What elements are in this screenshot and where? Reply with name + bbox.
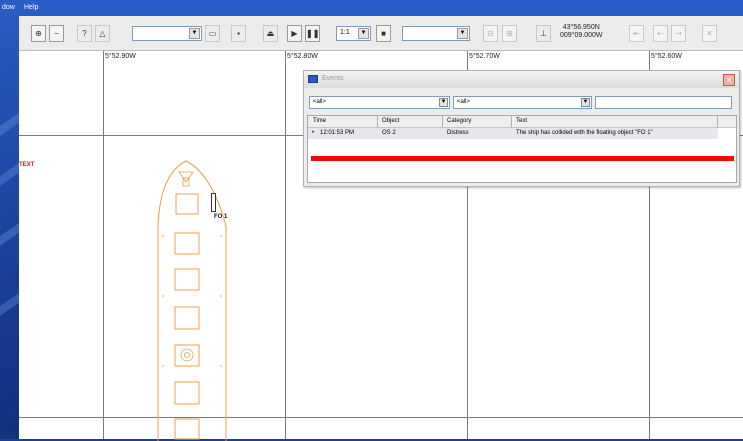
nav-first-button[interactable]: ⇤	[629, 25, 644, 42]
dialog-title-bar[interactable]: Events ×	[304, 71, 739, 88]
chevron-down-icon: ▼	[189, 28, 200, 39]
latitude-readout: 43°56.950N	[562, 24, 600, 31]
grid-line	[285, 51, 286, 439]
eject-icon: ⏏	[266, 29, 275, 38]
crosshair-icon: ⊥	[540, 29, 547, 38]
help-cursor-button[interactable]: ?	[77, 25, 92, 42]
longitude-label: 5°52.60W	[651, 53, 682, 60]
play-button[interactable]: ▶	[287, 25, 302, 42]
align-icon: ⊞	[506, 29, 513, 38]
layout-button[interactable]: ⊟	[483, 25, 498, 42]
event-text: The ship has collided with the floating …	[516, 130, 653, 136]
dialog-title: Events	[322, 75, 344, 82]
longitude-readout: 009°09.000W	[560, 32, 603, 39]
chevron-down-icon: ▼	[457, 28, 468, 39]
row-bullet-icon: •	[312, 130, 315, 136]
column-category[interactable]: Category	[447, 118, 471, 124]
layout-icon: ⊟	[487, 29, 494, 38]
longitude-label: 5°52.90W	[105, 53, 136, 60]
column-time[interactable]: Time	[313, 118, 326, 124]
zoom-out-button[interactable]: −	[49, 25, 64, 42]
table-row[interactable]: • 12:01:53 PM OS 2 Distress The ship has…	[308, 128, 718, 139]
category-filter-value: <all>	[457, 99, 471, 105]
arrow-right-icon: ⇢	[675, 29, 682, 38]
event-time: 12:01:53 PM	[320, 130, 355, 136]
nav-prev-button[interactable]: ⇠	[653, 25, 668, 42]
speed-value: 1:1	[340, 29, 350, 36]
triangle-icon: △	[99, 29, 106, 38]
stop-button[interactable]: ■	[376, 25, 391, 42]
column-object[interactable]: Object	[382, 118, 399, 124]
menu-help[interactable]: Help	[24, 4, 38, 11]
events-icon	[308, 75, 318, 83]
text-filter-input[interactable]	[595, 96, 732, 109]
help-icon: ?	[82, 29, 87, 38]
coordinate-readout: 43°56.950N 009°09.000W	[560, 24, 603, 40]
grid-line	[19, 417, 743, 418]
grid-line	[103, 51, 104, 439]
window-button[interactable]: ▭	[205, 25, 220, 42]
minus-icon: −	[54, 29, 59, 38]
skip-back-icon: ⇤	[633, 29, 640, 38]
measure-button[interactable]: △	[95, 25, 110, 42]
event-category: Distress	[447, 130, 469, 136]
menu-window[interactable]: dow	[2, 4, 15, 11]
window-icon: ▭	[208, 29, 217, 38]
chart-text-label: TEXT	[19, 162, 35, 168]
category-filter-select[interactable]: <all> ▼	[453, 96, 592, 109]
stop-icon: ■	[381, 29, 386, 38]
pause-icon: ❚❚	[306, 29, 320, 38]
events-dialog: Events × <all> ▼ <all> ▼ Time Object Cat…	[303, 70, 740, 187]
chevron-down-icon: ▼	[358, 28, 369, 39]
close-icon: ×	[726, 75, 732, 85]
eject-button[interactable]: ⏏	[263, 25, 278, 42]
position-button[interactable]: ⊥	[536, 25, 551, 42]
print-button[interactable]: ▪	[231, 25, 246, 42]
printer-icon: ▪	[237, 29, 240, 38]
align-button[interactable]: ⊞	[502, 25, 517, 42]
floating-object-label: FO 1	[214, 214, 228, 220]
toolbar: ⊕ − ? △ ▼ ▭ ▪ ⏏ ▶ ❚❚ 1:1 ▼ ■ ▼ ⊟ ⊞ ⊥ 43°…	[19, 16, 743, 51]
pause-button[interactable]: ❚❚	[305, 25, 320, 42]
object-filter-value: <all>	[313, 99, 327, 105]
event-object: OS 2	[382, 130, 396, 136]
scenario-select[interactable]: ▼	[402, 26, 470, 41]
close-button[interactable]: ×	[723, 74, 735, 86]
longitude-label: 5°52.80W	[287, 53, 318, 60]
arrow-left-icon: ⇠	[657, 29, 664, 38]
view-select[interactable]: ▼	[132, 26, 202, 41]
chevron-down-icon: ▼	[581, 98, 590, 107]
menu-bar: dow Help	[0, 0, 743, 16]
cancel-button[interactable]: ✕	[702, 25, 717, 42]
longitude-label: 5°52.70W	[469, 53, 500, 60]
object-filter-select[interactable]: <all> ▼	[309, 96, 450, 109]
alert-bar	[311, 156, 734, 161]
close-icon: ✕	[706, 29, 713, 38]
column-text[interactable]: Text	[516, 118, 527, 124]
speed-select[interactable]: 1:1 ▼	[336, 26, 371, 41]
table-header: Time Object Category Text	[308, 116, 736, 128]
pan-button[interactable]: ⊕	[31, 25, 46, 42]
pan-icon: ⊕	[35, 29, 42, 38]
nav-next-button[interactable]: ⇢	[671, 25, 686, 42]
floating-object[interactable]	[211, 193, 217, 213]
events-table: Time Object Category Text • 12:01:53 PM …	[307, 115, 737, 183]
chevron-down-icon: ▼	[439, 98, 448, 107]
play-icon: ▶	[291, 29, 298, 38]
ship-outline[interactable]	[154, 156, 234, 441]
